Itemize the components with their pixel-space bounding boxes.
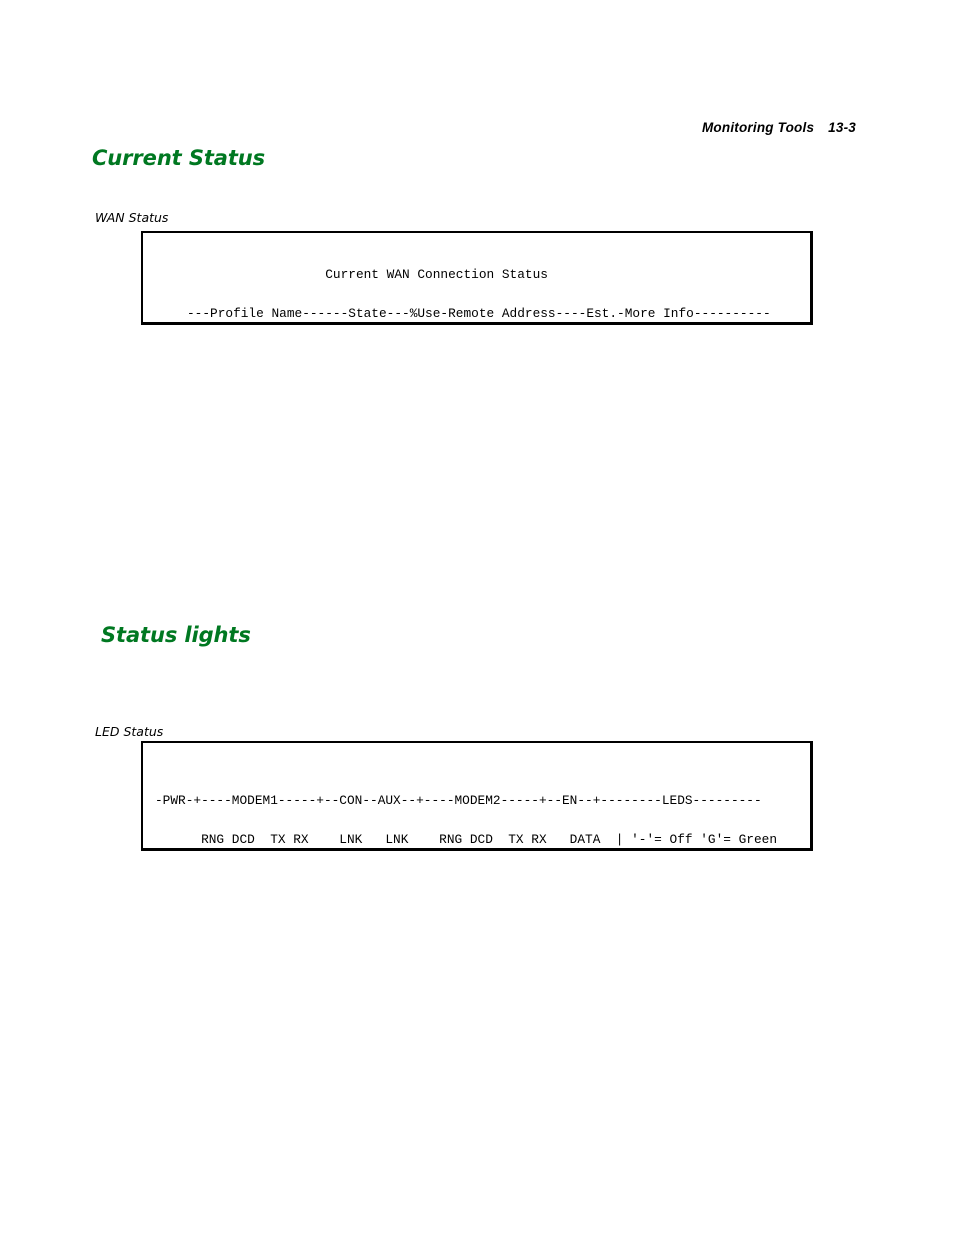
wan-status-output-box: Current WAN Connection Status ---Profile… bbox=[141, 231, 813, 325]
led-status-terminal-text: -PWR-+----MODEM1-----+--CON--AUX--+----M… bbox=[155, 767, 785, 848]
document-page: Monitoring Tools 13-3 Current Status WAN … bbox=[0, 0, 954, 1235]
caption-wan-status: WAN Status bbox=[95, 210, 169, 225]
led-status-labels-line: RNG DCD TX RX LNK LNK RNG DCD TX RX DATA… bbox=[155, 832, 778, 848]
wan-status-title-line: Current WAN Connection Status bbox=[187, 266, 548, 282]
section-heading-status-lights: Status lights bbox=[101, 623, 251, 647]
led-status-output-box: -PWR-+----MODEM1-----+--CON--AUX--+----M… bbox=[141, 741, 813, 851]
wan-status-header-line: ---Profile Name------State---%Use-Remote… bbox=[187, 306, 771, 322]
wan-status-terminal-text: Current WAN Connection Status ---Profile… bbox=[187, 241, 771, 322]
caption-led-status: LED Status bbox=[95, 724, 164, 739]
running-header: Monitoring Tools 13-3 bbox=[702, 120, 856, 135]
running-header-title: Monitoring Tools bbox=[701, 120, 815, 135]
led-status-header-line: -PWR-+----MODEM1-----+--CON--AUX--+----M… bbox=[155, 792, 762, 808]
running-header-page-number: 13-3 bbox=[828, 120, 856, 135]
section-heading-current-status: Current Status bbox=[92, 146, 266, 170]
